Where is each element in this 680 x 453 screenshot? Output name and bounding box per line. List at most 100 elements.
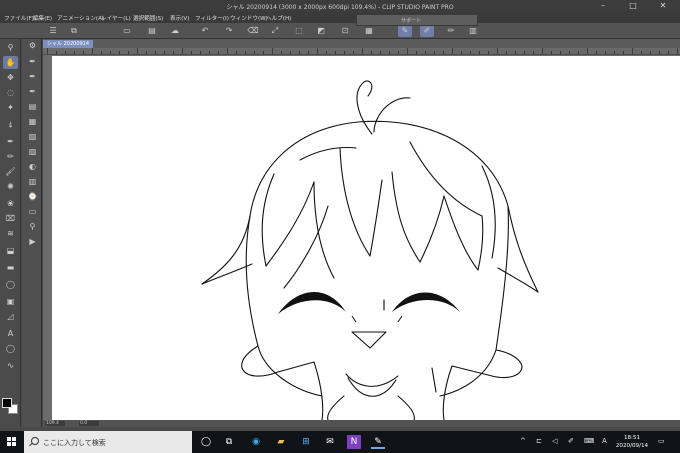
- ruler-tick: [200, 51, 201, 54]
- crop-icon[interactable]: ⊡: [338, 25, 352, 37]
- clear-icon[interactable]: ⌫: [246, 25, 260, 37]
- navigator-icon[interactable]: ▨: [25, 145, 40, 158]
- ruler-tick: [479, 51, 480, 54]
- maximize-button[interactable]: □: [622, 0, 644, 12]
- layer-search-icon[interactable]: ⚲: [25, 220, 40, 233]
- mail-icon[interactable]: ✉: [323, 435, 337, 449]
- start-button[interactable]: [0, 431, 24, 453]
- pen-icon[interactable]: ✒: [3, 135, 18, 148]
- ruler-tick: [551, 51, 552, 54]
- lasso-icon[interactable]: ◌: [3, 86, 18, 99]
- material-icon[interactable]: ▥: [25, 175, 40, 188]
- eraser-icon[interactable]: ⌧: [3, 212, 18, 225]
- taskbar-clock[interactable]: 18:51 2020/09/14: [612, 434, 652, 450]
- correct-line-icon[interactable]: ∿: [3, 359, 18, 372]
- tray-up-icon[interactable]: ^: [520, 437, 526, 445]
- clipstudio-icon[interactable]: ✎: [371, 435, 385, 449]
- menu-window[interactable]: ウィンドウ(W): [230, 14, 268, 22]
- pen-maru-icon[interactable]: ✒: [25, 85, 40, 98]
- decoration-icon[interactable]: ❀: [3, 197, 18, 210]
- ruler-icon[interactable]: ◿: [3, 310, 18, 323]
- open-icon[interactable]: ▭: [120, 25, 134, 37]
- invert-selection-icon[interactable]: ◩: [314, 25, 328, 37]
- pen-round-icon[interactable]: ✒: [25, 70, 40, 83]
- ruler-tick: [164, 51, 165, 54]
- redo-icon[interactable]: ↷: [222, 25, 236, 37]
- figure-icon[interactable]: ◯: [3, 278, 18, 291]
- hand-icon[interactable]: ✋: [3, 56, 18, 69]
- rotation-field[interactable]: 0.0: [79, 421, 99, 426]
- menu-layer[interactable]: レイヤー(L): [101, 14, 131, 22]
- animation-icon[interactable]: ▶: [25, 235, 40, 248]
- ruler-tick: [227, 48, 228, 54]
- eyedropper-icon[interactable]: ⍋: [3, 118, 18, 131]
- floating-panel[interactable]: サポート: [356, 14, 478, 26]
- history-icon[interactable]: ⌚: [25, 190, 40, 203]
- onenote-icon[interactable]: N: [347, 435, 361, 449]
- document-tab[interactable]: シャル 20200914: [43, 40, 94, 48]
- store-icon[interactable]: ⊞: [299, 435, 313, 449]
- frame-icon[interactable]: ▣: [3, 295, 18, 308]
- ruler-tick: [641, 51, 642, 54]
- zoom-icon[interactable]: ⚲: [3, 41, 18, 54]
- ruler-tick: [326, 51, 327, 54]
- cloud-icon[interactable]: ☁: [168, 25, 182, 37]
- eraser-settings-icon[interactable]: ✐: [420, 25, 434, 37]
- menu-help[interactable]: ヘルプ(H): [266, 14, 291, 22]
- subtool-settings-icon[interactable]: ⚙: [25, 39, 40, 52]
- menu-animation[interactable]: アニメーション(A): [57, 14, 104, 22]
- ruler-tick: [137, 48, 138, 54]
- task-view-icon[interactable]: ◯: [199, 435, 213, 449]
- ruler-tick: [533, 51, 534, 54]
- keyboard-icon[interactable]: ⌨: [584, 437, 594, 445]
- brush-icon[interactable]: ✏: [444, 25, 458, 37]
- blend-icon[interactable]: ≋: [3, 227, 18, 240]
- pen-settings-icon[interactable]: ✎: [398, 25, 412, 37]
- save-icon[interactable]: ▤: [145, 25, 159, 37]
- transform-icon[interactable]: ⤢: [268, 25, 282, 37]
- edge-icon[interactable]: ◉: [249, 435, 263, 449]
- fill-icon[interactable]: ⬓: [3, 244, 18, 257]
- layer-property-icon[interactable]: ▧: [25, 130, 40, 143]
- network-icon[interactable]: ⊏: [536, 437, 542, 445]
- minimize-button[interactable]: –: [592, 0, 614, 12]
- new-canvas-icon[interactable]: ⧉: [67, 25, 81, 37]
- menu-edit[interactable]: 編集(E): [33, 14, 52, 22]
- layer-panel-icon[interactable]: ▤: [25, 100, 40, 113]
- deselect-icon[interactable]: ⬚: [292, 25, 306, 37]
- gradient-icon[interactable]: ▬: [3, 261, 18, 274]
- color-wheel-icon[interactable]: ◐: [25, 160, 40, 173]
- taskbar-search-box[interactable]: ここに入力して検索: [24, 431, 192, 453]
- multitask-icon[interactable]: ⧉: [222, 435, 236, 449]
- move-icon[interactable]: ✥: [3, 71, 18, 84]
- text-icon[interactable]: A: [3, 327, 18, 340]
- layer-list-icon[interactable]: ▦: [25, 115, 40, 128]
- menu-file[interactable]: ファイル(F): [4, 14, 34, 22]
- ruler-toggle-icon[interactable]: ▥: [466, 25, 480, 37]
- menu-filter[interactable]: フィルター(I): [195, 14, 229, 22]
- sub-view-icon[interactable]: ▭: [25, 205, 40, 218]
- pen-g-icon[interactable]: ✒: [25, 55, 40, 68]
- ruler-tick: [182, 48, 183, 54]
- notifications-icon[interactable]: ▭: [658, 437, 665, 445]
- drawing-canvas[interactable]: [52, 56, 680, 420]
- ruler-tick: [263, 51, 264, 54]
- balloon-icon[interactable]: ◯: [3, 342, 18, 355]
- airbrush-icon[interactable]: ✺: [3, 180, 18, 193]
- menu-icon[interactable]: ☰: [46, 25, 60, 37]
- menu-selection[interactable]: 選択範囲(S): [133, 14, 163, 22]
- volume-icon[interactable]: ◁: [552, 437, 557, 445]
- pencil-icon[interactable]: ✏: [3, 150, 18, 163]
- fill-selection-icon[interactable]: ▦: [362, 25, 376, 37]
- undo-icon[interactable]: ↶: [198, 25, 212, 37]
- close-button[interactable]: ✕: [652, 0, 674, 12]
- menu-view[interactable]: 表示(V): [170, 14, 189, 22]
- ruler-tick: [677, 48, 678, 54]
- magic-wand-icon[interactable]: ✦: [3, 101, 18, 114]
- pen-tray-icon[interactable]: ✐: [568, 437, 574, 445]
- brush-tool-icon[interactable]: 🖌: [3, 165, 18, 178]
- zoom-level-field[interactable]: 109.4: [45, 421, 65, 426]
- explorer-icon[interactable]: ▰: [274, 435, 288, 449]
- main-color-swatch[interactable]: [2, 398, 12, 408]
- ime-icon[interactable]: A: [602, 437, 607, 445]
